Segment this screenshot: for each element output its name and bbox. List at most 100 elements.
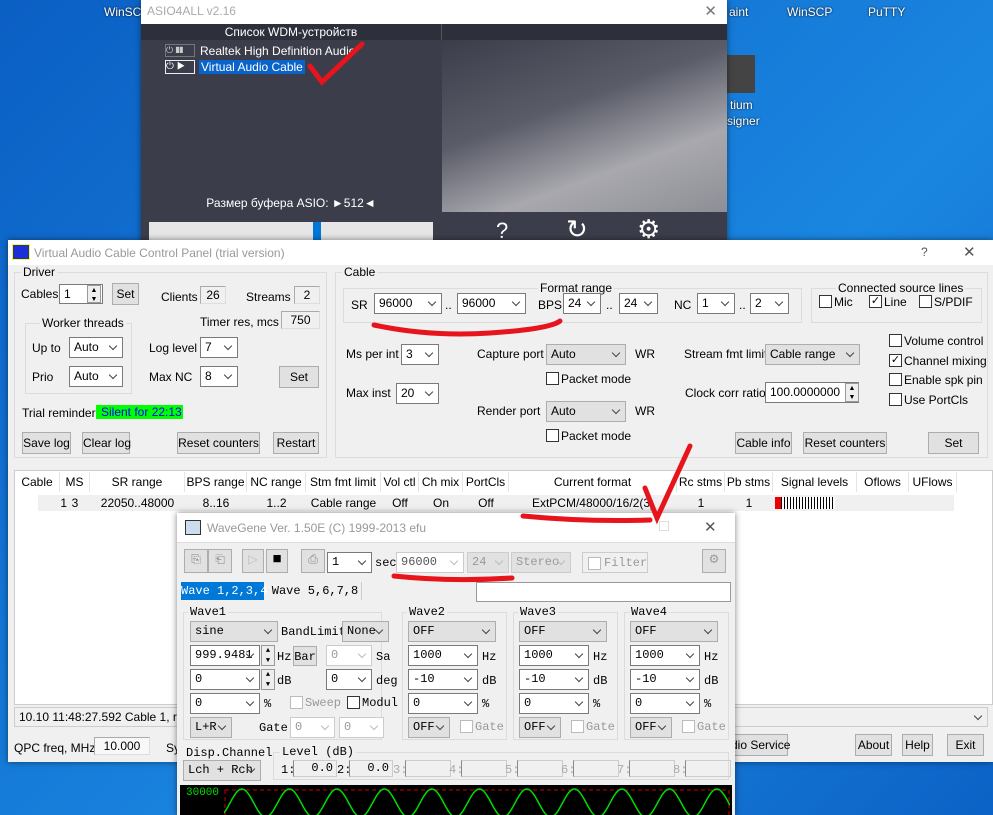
upto-select[interactable]: Auto <box>69 337 123 358</box>
spinner-arrows-icon[interactable]: ▲ ▼ <box>845 383 859 402</box>
disp-channel-select[interactable]: Lch + Rch <box>183 760 261 781</box>
settings-icon[interactable]: ⚙ <box>702 549 726 573</box>
duration-select[interactable]: 1 <box>327 552 372 573</box>
spinner-arrows-icon[interactable]: ▲ ▼ <box>87 285 101 303</box>
clear-log-button[interactable]: Clear log <box>82 432 131 454</box>
cable-set-button[interactable]: Set <box>928 432 979 454</box>
capture-port-select[interactable]: Auto <box>546 344 626 365</box>
wave3-gate-select[interactable]: OFF <box>519 717 561 738</box>
audio-service-button[interactable]: dio Service <box>730 734 790 756</box>
restart-button[interactable]: Restart <box>273 432 319 454</box>
wave1-level-select[interactable]: 0 <box>190 669 260 690</box>
export-wav-icon[interactable]: ⎙ <box>301 549 325 573</box>
wave2-gate-checkbox[interactable] <box>460 720 473 733</box>
buffer-slider[interactable] <box>149 222 433 240</box>
sr-to-select[interactable]: 96000 <box>457 293 526 314</box>
exit-button[interactable]: Exit <box>947 734 984 756</box>
wave2-gate-select[interactable]: OFF <box>408 717 450 738</box>
wave3-pct-select[interactable]: 0 <box>519 693 589 714</box>
enable-spk-pin-checkbox[interactable] <box>889 373 902 386</box>
col-portcls[interactable]: PortCls <box>463 472 509 492</box>
open-file-icon[interactable]: ⎘ <box>184 549 208 573</box>
wave4-gate-checkbox[interactable] <box>682 720 695 733</box>
col-cable[interactable]: Cable <box>15 472 60 492</box>
close-button[interactable]: ✕ <box>963 243 976 261</box>
cable-reset-counters-button[interactable]: Reset counters <box>803 432 887 454</box>
nc-to-select[interactable]: 2 <box>750 293 789 314</box>
desktop-icon-winscp-2[interactable]: WinSCP <box>787 5 832 19</box>
phase-select[interactable]: 0 <box>326 669 372 690</box>
wave2-freq-select[interactable]: 1000 <box>408 645 478 666</box>
bandlimit-select[interactable]: None <box>342 621 389 642</box>
tab-wave-5-8[interactable]: Wave 5,6,7,8 <box>269 582 362 600</box>
help-button[interactable]: ? <box>921 245 928 259</box>
col-stm-fmt-limit[interactable]: Stm fmt limit <box>306 472 381 492</box>
desktop-icon-putty[interactable]: PuTTY <box>868 5 905 19</box>
sr-from-select[interactable]: 96000 <box>374 293 442 314</box>
about-button[interactable]: About <box>855 734 892 756</box>
wave1-channel-select[interactable]: L+R <box>190 717 232 738</box>
wave2-pct-select[interactable]: 0 <box>408 693 478 714</box>
help-button-bottom[interactable]: Help <box>902 734 933 756</box>
wave1-pct-select[interactable]: 0 <box>190 693 260 714</box>
wave2-type-select[interactable]: OFF <box>408 621 496 642</box>
wave4-freq-select[interactable]: 1000 <box>630 645 700 666</box>
sa-select[interactable]: 0 <box>326 645 372 666</box>
volume-control-checkbox[interactable] <box>889 334 902 347</box>
prio-select[interactable]: Auto <box>69 366 123 387</box>
col-ch-mix[interactable]: Ch mix <box>419 472 463 492</box>
wave3-type-select[interactable]: OFF <box>519 621 607 642</box>
col-signal-levels[interactable]: Signal levels <box>773 472 857 492</box>
wave4-level-select[interactable]: -10 <box>630 669 700 690</box>
tab-wave-1-4[interactable]: Wave 1,2,3,4 <box>181 582 267 600</box>
wave3-gate-checkbox[interactable] <box>571 720 584 733</box>
col-vol-ctl[interactable]: Vol ctl <box>381 472 419 492</box>
ms-per-int-select[interactable]: 3 <box>401 344 439 365</box>
nc-from-select[interactable]: 1 <box>697 293 735 314</box>
render-port-select[interactable]: Auto <box>546 401 626 422</box>
max-nc-select[interactable]: 8 <box>200 366 238 387</box>
gate1-select[interactable]: 0 <box>290 717 335 738</box>
bps-from-select[interactable]: 24 <box>563 293 601 314</box>
wave2-level-select[interactable]: -10 <box>408 669 478 690</box>
col-sr-range[interactable]: SR range <box>90 472 185 492</box>
wave3-freq-select[interactable]: 1000 <box>519 645 589 666</box>
bps-to-select[interactable]: 24 <box>619 293 658 314</box>
stop-button[interactable]: ■ <box>266 549 288 573</box>
gate2-select[interactable]: 0 <box>339 717 384 738</box>
channel-mixing-checkbox[interactable]: ✓ <box>889 354 902 367</box>
capture-packet-mode-checkbox[interactable] <box>546 372 559 385</box>
wave3-level-select[interactable]: -10 <box>519 669 589 690</box>
cables-set-button[interactable]: Set <box>112 283 139 305</box>
channels-select[interactable]: Stereo <box>511 552 571 573</box>
wave4-gate-select[interactable]: OFF <box>630 717 672 738</box>
spdif-checkbox[interactable] <box>919 295 932 308</box>
spinner-arrows-icon[interactable]: ▲ ▼ <box>261 669 275 690</box>
modul-checkbox[interactable] <box>347 696 360 709</box>
wave1-type-select[interactable]: sine <box>190 621 278 642</box>
bar-button[interactable]: Bar <box>293 646 317 666</box>
desktop-icon-paint[interactable]: aint <box>729 5 748 19</box>
col-uflows[interactable]: UFlows <box>909 472 957 492</box>
device-virtual-audio-cable[interactable]: Virtual Audio Cable <box>199 60 305 74</box>
col-nc-range[interactable]: NC range <box>247 472 306 492</box>
wave4-type-select[interactable]: OFF <box>630 621 718 642</box>
col-ms[interactable]: MS <box>60 472 90 492</box>
log-level-select[interactable]: 7 <box>200 337 238 358</box>
use-portcls-checkbox[interactable] <box>889 393 902 406</box>
close-button[interactable]: ✕ <box>704 518 717 537</box>
save-file-icon[interactable]: ⎗ <box>208 549 232 573</box>
max-inst-select[interactable]: 20 <box>396 383 439 404</box>
filter-checkbox[interactable] <box>588 557 601 570</box>
desktop-icon-designer[interactable]: tium <box>730 98 753 112</box>
table-row[interactable]: 1 3 22050..48000 8..16 1..2 Cable range … <box>38 495 954 511</box>
close-button[interactable]: ✕ <box>704 2 717 20</box>
slider-thumb[interactable] <box>313 222 321 240</box>
stream-fmt-limit-select[interactable]: Cable range <box>765 344 860 365</box>
wave4-pct-select[interactable]: 0 <box>630 693 700 714</box>
col-bps-range[interactable]: BPS range <box>185 472 247 492</box>
cable-info-button[interactable]: Cable info <box>735 432 792 454</box>
wave1-freq-select[interactable]: 999.9481 <box>190 645 260 666</box>
save-log-button[interactable]: Save log <box>22 432 71 454</box>
driver-set-button[interactable]: Set <box>279 366 319 388</box>
